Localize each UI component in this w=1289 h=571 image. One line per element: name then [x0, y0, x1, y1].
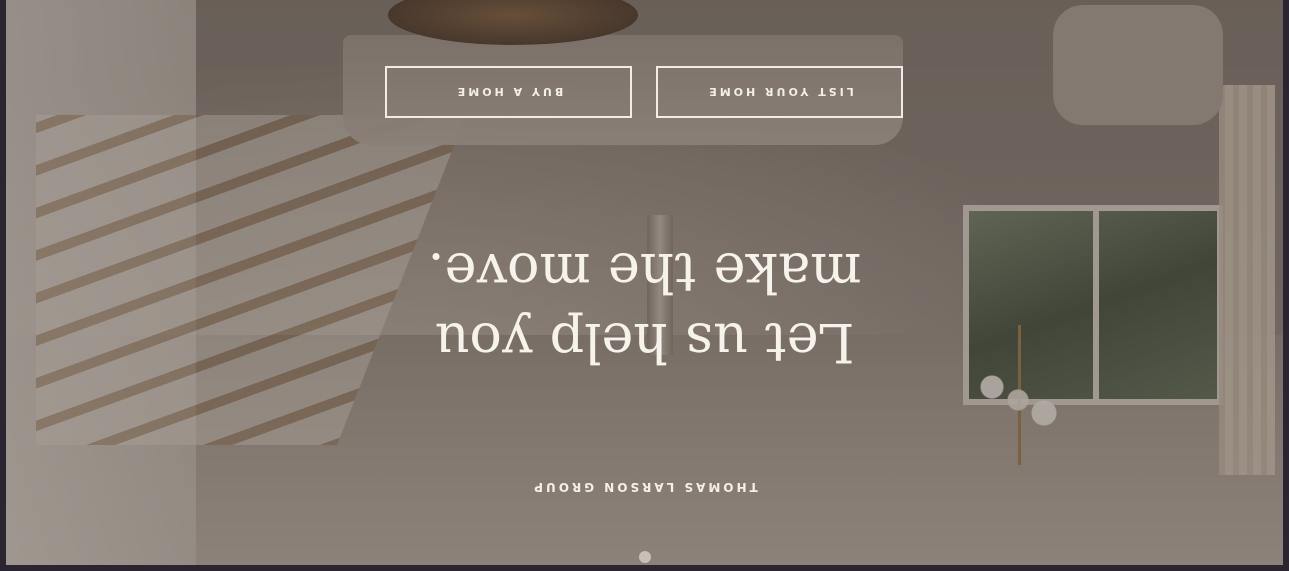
scroll-indicator-dot[interactable]	[639, 551, 651, 563]
list-your-home-button[interactable]: LIST YOUR HOME	[656, 66, 904, 118]
browser-viewport: THOMAS LARSON GROUP Let us help you make…	[0, 0, 1289, 571]
hero-section: THOMAS LARSON GROUP Let us help you make…	[6, 0, 1283, 565]
buy-a-home-button[interactable]: BUY A HOME	[385, 66, 633, 118]
hero-actions: LIST YOUR HOME BUY A HOME	[6, 66, 1283, 118]
hero-headline-line-1: Let us help you	[434, 311, 855, 374]
brand-name: THOMAS LARSON GROUP	[531, 480, 758, 494]
hero-headline-line-2: make the move.	[427, 241, 862, 304]
hero-headline: Let us help you make the move.	[6, 237, 1283, 377]
